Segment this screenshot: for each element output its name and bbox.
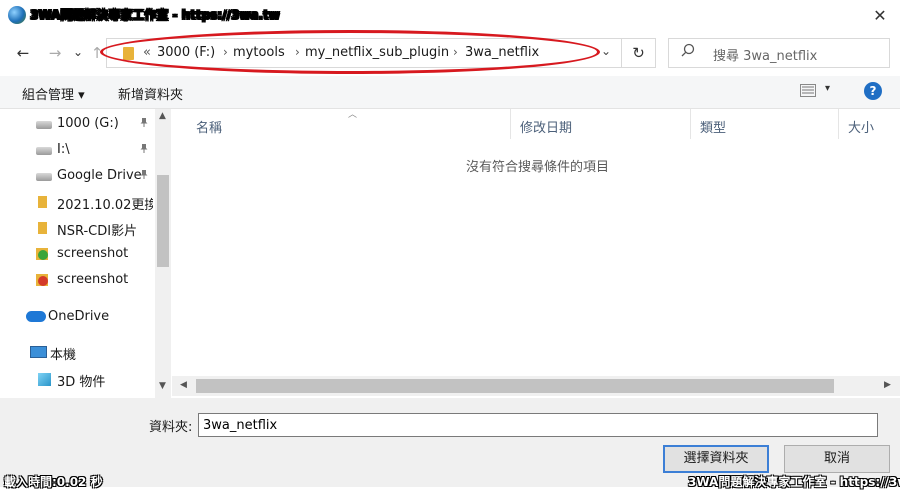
nav-item-label: 本機 (50, 348, 77, 363)
column-header-type[interactable]: 類型 (700, 117, 726, 136)
nav-item-label: screenshot (57, 246, 129, 261)
view-icon[interactable] (800, 84, 816, 97)
pin-icon (139, 143, 149, 156)
nav-item-label: 2021.10.02更換K (57, 198, 153, 213)
nav-scrollbar[interactable]: ▲ ▼ (155, 109, 171, 399)
organize-button[interactable]: 組合管理 ▾ (22, 84, 85, 103)
column-header-name[interactable]: 名稱 (196, 117, 222, 136)
nav-item-this-pc[interactable]: 本機 (0, 339, 155, 365)
empty-message: 沒有符合搜尋條件的項目 (466, 160, 610, 175)
cloud-icon (26, 311, 46, 322)
command-toolbar: 組合管理 ▾ 新增資料夾 ▾ ? (0, 76, 900, 109)
file-list: ︿ 名稱 修改日期 類型 大小 沒有符合搜尋條件的項目 (172, 109, 900, 379)
cube-icon (38, 373, 51, 386)
computer-icon (30, 346, 47, 358)
close-button[interactable]: ✕ (866, 4, 894, 28)
nav-item-label: 3D 物件 (57, 375, 106, 390)
window-title: 3WA問題解決專家工作室 - https://3wa.tw (30, 8, 280, 22)
folder-icon (38, 222, 47, 234)
chevron-right-icon[interactable]: ▶ (884, 380, 891, 390)
column-divider[interactable] (510, 109, 511, 139)
recent-locations-button[interactable]: ⌄ (70, 40, 86, 64)
nav-item-label: NSR-CDI影片 (57, 224, 138, 239)
folder-red-icon (36, 274, 48, 286)
app-icon (8, 6, 26, 24)
nav-item-3d-objects[interactable]: 3D 物件 (0, 366, 155, 392)
search-placeholder: 搜尋 3wa_netflix (713, 49, 818, 64)
search-input[interactable]: 搜尋 3wa_netflix (668, 38, 890, 68)
cancel-button[interactable]: 取消 (784, 445, 890, 473)
column-divider[interactable] (690, 109, 691, 139)
nav-item-network-i[interactable]: I:\ (0, 137, 155, 163)
search-icon (681, 43, 695, 61)
folder-icon (38, 196, 47, 208)
nav-item-folder-nsr[interactable]: NSR-CDI影片 (0, 215, 155, 241)
pin-icon (139, 117, 149, 130)
horizontal-scrollbar[interactable]: ◀ ▶ (172, 376, 900, 396)
navigation-pane: 1000 (G:) I:\ Google Drive 2021.10.02更換K… (0, 109, 172, 399)
nav-item-label: OneDrive (48, 309, 110, 324)
drive-icon (36, 121, 52, 129)
forward-button[interactable]: → (44, 41, 66, 65)
chevron-down-icon[interactable]: ▼ (159, 381, 166, 391)
scrollbar-thumb[interactable] (157, 175, 169, 267)
chevron-down-icon[interactable]: ⌄ (601, 44, 611, 58)
nav-item-drive-g[interactable]: 1000 (G:) (0, 111, 155, 137)
chevron-down-icon[interactable]: ▾ (825, 83, 830, 94)
help-icon[interactable]: ? (864, 82, 882, 100)
watermark: 3WA問題解決專家工作室 - https://3wa.tw (688, 475, 900, 489)
folder-label: 資料夾: (149, 420, 193, 435)
sort-ascending-icon: ︿ (348, 110, 358, 120)
chevron-up-icon[interactable]: ▲ (159, 111, 166, 121)
column-header-modified[interactable]: 修改日期 (520, 117, 572, 136)
pin-icon (139, 169, 149, 182)
drive-icon (36, 173, 52, 181)
load-time: 載入時間:0.02 秒 (4, 475, 103, 489)
back-button[interactable]: ← (12, 41, 34, 65)
refresh-button[interactable]: ↻ (622, 38, 656, 68)
nav-item-label: screenshot (57, 272, 129, 287)
folder-green-icon (36, 248, 48, 260)
folder-input[interactable] (198, 413, 878, 437)
highlight-ellipse (100, 30, 600, 74)
select-folder-button[interactable]: 選擇資料夾 (663, 445, 769, 473)
scrollbar-thumb[interactable] (196, 379, 834, 393)
nav-item-screenshot-2[interactable]: screenshot (0, 267, 155, 293)
title-bar: 3WA問題解決專家工作室 - https://3wa.tw ✕ (0, 0, 900, 32)
column-header-size[interactable]: 大小 (848, 117, 874, 136)
chevron-left-icon[interactable]: ◀ (180, 380, 187, 390)
nav-item-onedrive[interactable]: OneDrive (0, 304, 155, 330)
nav-item-screenshot-1[interactable]: screenshot (0, 241, 155, 267)
column-divider[interactable] (838, 109, 839, 139)
new-folder-button[interactable]: 新增資料夾 (118, 84, 183, 103)
dialog-footer: 資料夾: 選擇資料夾 取消 載入時間:0.02 秒 3WA問題解決專家工作室 -… (0, 398, 900, 489)
nav-item-google-drive[interactable]: Google Drive (0, 163, 155, 189)
nav-item-folder-2021[interactable]: 2021.10.02更換K (0, 189, 155, 215)
network-drive-icon (36, 147, 52, 155)
